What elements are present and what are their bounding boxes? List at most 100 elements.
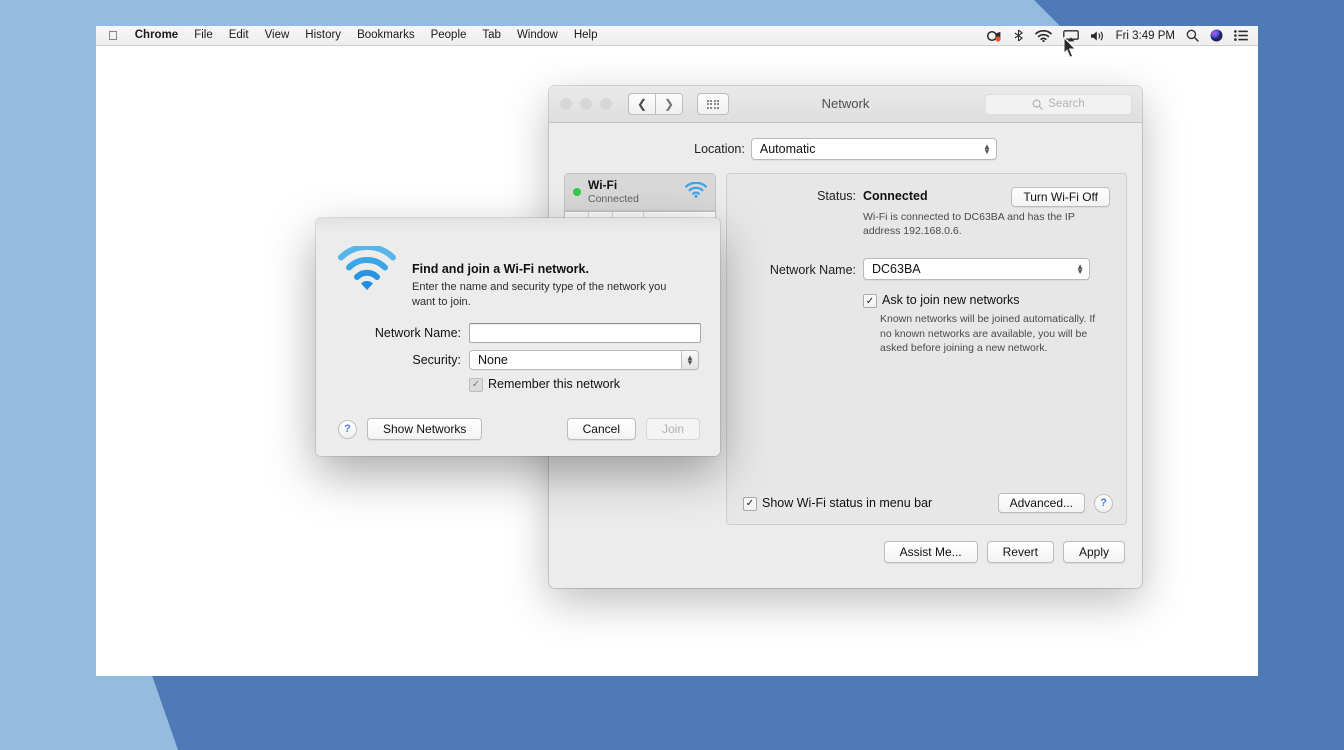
ask-to-join-checkbox[interactable]: ✓ [863, 294, 877, 308]
ask-to-join-row: ✓ Ask to join new networks [743, 293, 1110, 308]
dialog-help-button[interactable]: ? [338, 420, 357, 439]
wifi-icon[interactable] [1035, 30, 1052, 42]
status-indicator-dot [573, 188, 581, 196]
menu-item-tab[interactable]: Tab [474, 26, 509, 45]
menu-item-bookmarks[interactable]: Bookmarks [349, 26, 423, 45]
volume-icon[interactable] [1090, 30, 1105, 42]
service-state: Connected [588, 193, 678, 205]
search-field[interactable]: Search [985, 94, 1132, 115]
location-select[interactable]: Automatic ▲▼ [751, 138, 997, 160]
search-placeholder: Search [1048, 98, 1084, 110]
wifi-icon [338, 246, 396, 311]
dialog-security-row: Security: None ▲▼ [316, 350, 708, 370]
dialog-actions: ? Show Networks Cancel Join [338, 418, 700, 440]
network-name-input[interactable] [469, 323, 701, 343]
back-button[interactable]: ❮ [628, 93, 655, 115]
status-description-row: Wi-Fi is connected to DC63BA and has the… [743, 210, 1110, 238]
grid-icon [707, 100, 720, 109]
dialog-security-label: Security: [316, 353, 469, 367]
menu-bar-items:  Chrome File Edit View History Bookmark… [96, 26, 606, 45]
status-row: Status: Connected Turn Wi-Fi Off [743, 188, 1110, 206]
menu-item-file[interactable]: File [186, 26, 221, 45]
location-row: Location: Automatic ▲▼ [549, 123, 1142, 160]
close-button[interactable] [560, 98, 572, 110]
dialog-top-band [316, 218, 720, 232]
show-status-label: Show Wi-Fi status in menu bar [762, 496, 932, 510]
minimize-button[interactable] [580, 98, 592, 110]
turn-wifi-off-wrapper: Turn Wi-Fi Off [1011, 188, 1110, 206]
dialog-primary-actions: Cancel Join [567, 418, 700, 440]
ask-to-join-label: Ask to join new networks [882, 293, 1020, 307]
show-status-checkbox[interactable]: ✓ [743, 497, 757, 511]
remember-network-checkbox[interactable]: ✓ [469, 378, 483, 392]
status-value: Connected [863, 188, 928, 206]
help-button[interactable]: ? [1094, 494, 1113, 513]
dialog-subtitle: Enter the name and security type of the … [412, 280, 670, 311]
ask-to-join-description-spacer [743, 312, 863, 355]
menu-item-people[interactable]: People [423, 26, 475, 45]
location-label: Location: [694, 142, 745, 156]
ask-to-join-description-row: Known networks will be joined automatica… [743, 312, 1110, 355]
remember-checkbox-group[interactable]: ✓ Remember this network [469, 377, 708, 392]
cancel-button[interactable]: Cancel [567, 418, 636, 440]
network-name-label: Network Name: [743, 262, 863, 277]
menu-bar-clock[interactable]: Fri 3:49 PM [1116, 30, 1175, 42]
siri-icon[interactable] [1210, 29, 1223, 42]
menu-item-help[interactable]: Help [566, 26, 606, 45]
sidebar-item-wifi[interactable]: Wi-Fi Connected [565, 174, 715, 211]
network-name-row: Network Name: DC63BA ▲▼ [743, 258, 1110, 280]
forward-button[interactable]: ❯ [655, 93, 683, 115]
network-name-select[interactable]: DC63BA ▲▼ [863, 258, 1090, 280]
wifi-detail-panel: Status: Connected Turn Wi-Fi Off Wi-Fi i… [726, 173, 1127, 525]
show-status-checkbox-group[interactable]: ✓ Show Wi-Fi status in menu bar [743, 496, 932, 511]
location-value: Automatic [760, 142, 816, 156]
menu-item-history[interactable]: History [297, 26, 349, 45]
service-list[interactable]: Wi-Fi Connected [564, 173, 716, 212]
assist-me-button[interactable]: Assist Me... [884, 541, 978, 563]
ask-to-join-checkbox-group[interactable]: ✓ Ask to join new networks [863, 293, 1020, 308]
menu-item-chrome[interactable]: Chrome [127, 26, 186, 45]
zoom-button[interactable] [600, 98, 612, 110]
desktop-wallpaper:  Chrome File Edit View History Bookmark… [0, 0, 1344, 750]
window-traffic-lights [560, 98, 612, 110]
security-value: None [478, 353, 508, 367]
control-center-icon[interactable] [1234, 30, 1248, 41]
detail-bottom-bar: ✓ Show Wi-Fi status in menu bar Advanced… [743, 493, 1113, 513]
remember-network-label: Remember this network [488, 377, 620, 391]
menu-item-view[interactable]: View [257, 26, 298, 45]
revert-button[interactable]: Revert [987, 541, 1054, 563]
dialog-network-name-row: Network Name: [316, 323, 708, 343]
dialog-title: Find and join a Wi-Fi network. [412, 262, 670, 276]
dialog-remember-row: ✓ Remember this network [316, 377, 708, 392]
status-description-spacer [743, 210, 863, 238]
status-description: Wi-Fi is connected to DC63BA and has the… [863, 210, 1085, 238]
menu-item-edit[interactable]: Edit [221, 26, 257, 45]
mouse-cursor [1063, 37, 1077, 58]
window-title-bar[interactable]: ❮ ❯ Network Search [549, 86, 1142, 123]
dialog-header-text: Find and join a Wi-Fi network. Enter the… [412, 246, 670, 311]
wifi-icon [685, 182, 707, 203]
ask-to-join-spacer [743, 293, 863, 308]
join-wifi-dialog: Find and join a Wi-Fi network. Enter the… [316, 218, 720, 456]
menu-bar:  Chrome File Edit View History Bookmark… [96, 26, 1258, 46]
apply-button[interactable]: Apply [1063, 541, 1125, 563]
join-button[interactable]: Join [646, 418, 700, 440]
menu-item-window[interactable]: Window [509, 26, 566, 45]
ask-to-join-description: Known networks will be joined automatica… [863, 312, 1098, 355]
chevron-updown-icon: ▲▼ [983, 144, 991, 154]
advanced-button[interactable]: Advanced... [998, 493, 1085, 513]
apple-menu-icon[interactable]:  [96, 27, 127, 44]
bluetooth-icon[interactable] [1013, 29, 1024, 42]
turn-wifi-off-button[interactable]: Turn Wi-Fi Off [1011, 187, 1110, 207]
security-select[interactable]: None ▲▼ [469, 350, 699, 370]
screen-recording-icon[interactable] [986, 30, 1002, 42]
service-name: Wi-Fi [588, 179, 678, 193]
window-action-buttons: Assist Me... Revert Apply [549, 541, 1125, 563]
menu-bar-status-area: Fri 3:49 PM [986, 29, 1258, 42]
service-text: Wi-Fi Connected [588, 179, 678, 205]
search-icon[interactable] [1186, 29, 1199, 42]
show-networks-button[interactable]: Show Networks [367, 418, 482, 440]
show-all-button[interactable] [697, 93, 729, 115]
dialog-header: Find and join a Wi-Fi network. Enter the… [316, 232, 720, 311]
status-label: Status: [743, 188, 863, 206]
